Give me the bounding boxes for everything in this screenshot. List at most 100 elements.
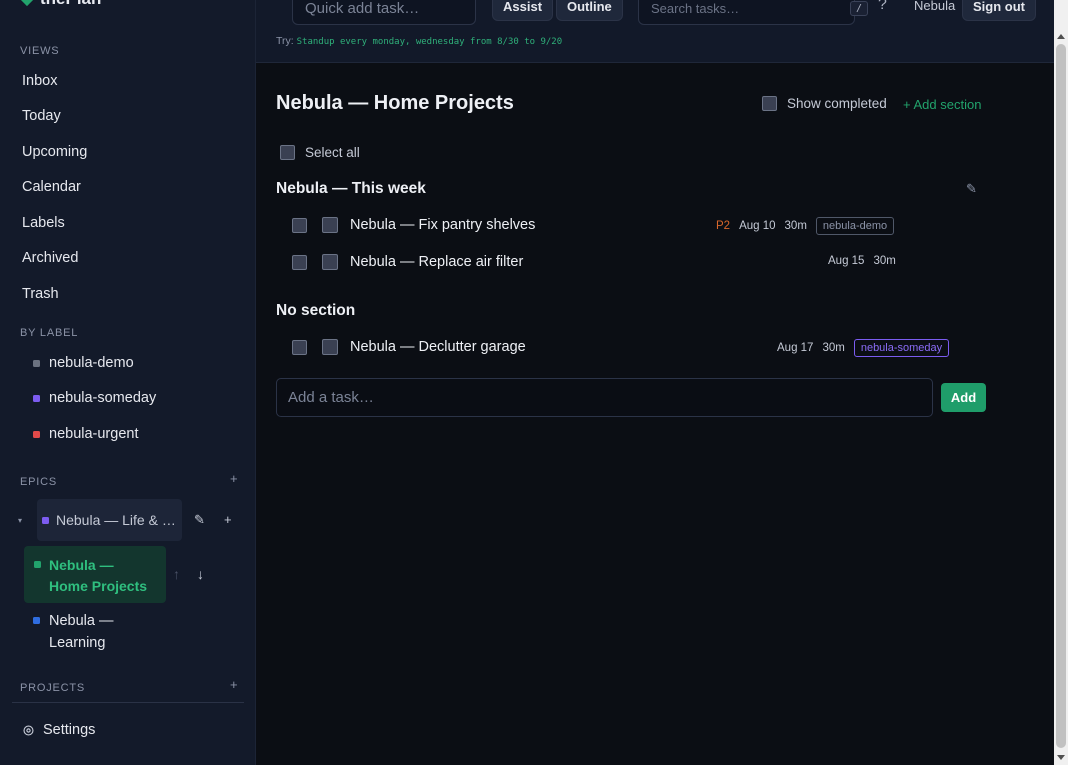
select-all-checkbox[interactable]	[280, 145, 295, 160]
try-example: Standup every monday, wednesday from 8/3…	[296, 37, 563, 47]
search-shortcut: /	[850, 1, 869, 16]
task-row: Nebula — Replace air filter Aug 15 30m	[292, 250, 902, 274]
quick-add-input[interactable]	[305, 0, 504, 17]
scroll-up-arrow-icon[interactable]	[1057, 34, 1065, 39]
collapse-caret-icon[interactable]: ▾	[18, 516, 34, 525]
app-logo[interactable]: thePlan	[19, 0, 101, 9]
nav-labels[interactable]: Labels	[22, 215, 65, 231]
label-item-nebula-demo[interactable]: nebula-demo	[33, 355, 134, 371]
add-project-button[interactable]: +	[230, 677, 238, 692]
task-select-checkbox[interactable]	[292, 254, 307, 270]
add-task-input[interactable]	[288, 389, 932, 406]
epic-color-dot	[42, 516, 49, 524]
projects-heading: PROJECTS	[20, 682, 86, 694]
section-title: No section	[276, 302, 356, 319]
label-color-dot	[33, 394, 40, 402]
outline-button[interactable]: Outline	[556, 0, 623, 21]
search-box: /	[638, 0, 869, 25]
add-project-to-epic-button[interactable]: +	[224, 512, 232, 527]
add-epic-button[interactable]: +	[230, 471, 238, 486]
add-section-button[interactable]: + Add section	[903, 97, 981, 112]
username: Nebula	[914, 0, 956, 13]
sidebar-divider	[12, 702, 244, 703]
label-item-label: nebula-demo	[49, 355, 134, 371]
task-date: Aug 17	[777, 342, 814, 354]
project-item-learning[interactable]: Nebula — Learning	[33, 610, 129, 654]
nav-upcoming[interactable]: Upcoming	[22, 144, 87, 160]
help-icon[interactable]: ?	[878, 0, 887, 14]
select-all-toggle[interactable]: Select all	[280, 145, 360, 160]
task-select-checkbox[interactable]	[292, 217, 307, 233]
sidebar: thePlan VIEWS Inbox Today Upcoming Calen…	[0, 0, 256, 765]
try-hint: Try: Standup every monday, wednesday fro…	[276, 35, 562, 47]
top-header: Q Assist Outline / ? Nebula Sign out Try…	[256, 0, 1054, 63]
move-down-arrow-icon[interactable]: ↓	[197, 566, 204, 582]
logo-icon	[19, 0, 35, 7]
views-heading: VIEWS	[20, 45, 60, 57]
epic-item[interactable]: Nebula — Life & …	[37, 499, 182, 541]
task-date: Aug 15	[828, 255, 865, 267]
scroll-down-arrow-icon[interactable]	[1057, 755, 1065, 760]
label-color-dot	[33, 359, 40, 367]
label-color-dot	[33, 430, 40, 438]
task-tag[interactable]: nebula-demo	[815, 217, 895, 235]
task-duration: 30m	[784, 220, 807, 232]
assist-button[interactable]: Assist	[492, 0, 554, 21]
task-row: Nebula — Declutter garage Aug 17 30m neb…	[292, 335, 952, 359]
settings-label: Settings	[43, 722, 96, 738]
try-label: Try:	[276, 35, 294, 47]
task-title[interactable]: Nebula — Replace air filter	[350, 254, 523, 270]
task-duration: 30m	[822, 342, 845, 354]
epics-heading: EPICS	[20, 476, 58, 488]
task-duration: 30m	[873, 255, 896, 267]
edit-epic-pencil-icon[interactable]: ✎	[194, 512, 205, 528]
scrollbar-thumb[interactable]	[1056, 44, 1066, 748]
epic-row: ▾ Nebula — Life & …	[18, 499, 182, 541]
task-complete-checkbox[interactable]	[322, 254, 338, 270]
show-completed-label: Show completed	[787, 96, 887, 111]
task-meta: P2 Aug 10 30m nebula-demo	[716, 217, 895, 235]
label-item-label: nebula-someday	[49, 390, 157, 406]
task-title[interactable]: Nebula — Declutter garage	[350, 339, 526, 355]
nav-archived[interactable]: Archived	[22, 250, 78, 266]
project-color-dot	[34, 561, 41, 568]
nav-trash[interactable]: Trash	[22, 286, 59, 302]
project-item-home-projects[interactable]: Nebula — Home Projects	[24, 546, 166, 603]
task-select-checkbox[interactable]	[292, 339, 307, 355]
task-row: Nebula — Fix pantry shelves P2 Aug 10 30…	[292, 213, 902, 237]
sign-out-button[interactable]: Sign out	[962, 0, 1036, 21]
project-color-dot	[33, 617, 40, 624]
label-item-nebula-urgent[interactable]: nebula-urgent	[33, 426, 139, 442]
epic-label: Nebula — Life & …	[56, 512, 176, 528]
move-up-arrow-icon[interactable]: ↑	[173, 566, 180, 582]
edit-section-pencil-icon[interactable]: ✎	[966, 181, 977, 197]
app-name: thePlan	[40, 0, 101, 9]
nav-calendar[interactable]: Calendar	[22, 179, 81, 195]
search-input[interactable]	[651, 0, 850, 17]
nav-today[interactable]: Today	[22, 108, 61, 124]
task-date: Aug 10	[739, 220, 776, 232]
label-item-label: nebula-urgent	[49, 426, 139, 442]
quick-add-box: Q	[292, 0, 523, 25]
add-task-box	[276, 378, 933, 417]
add-task-button[interactable]: Add	[941, 383, 986, 412]
project-label: Nebula — Home Projects	[49, 557, 148, 594]
settings-link[interactable]: Settings	[22, 722, 95, 738]
show-completed-checkbox[interactable]	[762, 96, 777, 111]
show-completed-toggle[interactable]: Show completed	[762, 96, 887, 111]
nav-inbox[interactable]: Inbox	[22, 73, 57, 89]
task-tag[interactable]: nebula-someday	[853, 339, 950, 357]
project-label: Nebula — Learning	[49, 613, 114, 651]
section-title: Nebula — This week	[276, 180, 426, 197]
gear-icon	[23, 724, 34, 736]
task-complete-checkbox[interactable]	[322, 339, 338, 355]
task-meta: Aug 15 30m	[828, 255, 896, 267]
task-meta: Aug 17 30m nebula-someday	[777, 339, 950, 357]
task-complete-checkbox[interactable]	[322, 217, 338, 233]
select-all-label: Select all	[305, 145, 360, 160]
by-label-heading: BY LABEL	[20, 327, 79, 339]
task-title[interactable]: Nebula — Fix pantry shelves	[350, 217, 535, 233]
label-item-nebula-someday[interactable]: nebula-someday	[33, 390, 156, 406]
page-title: Nebula — Home Projects	[276, 92, 514, 114]
task-priority: P2	[716, 220, 731, 232]
